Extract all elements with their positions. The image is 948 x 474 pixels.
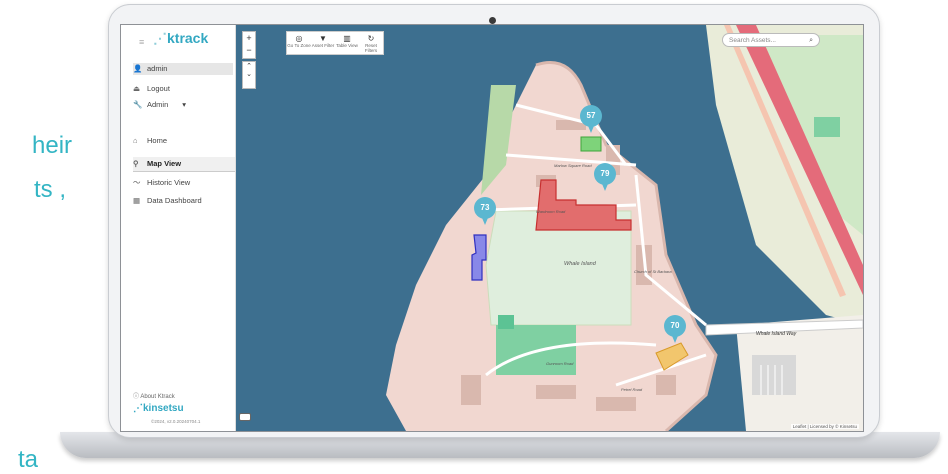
about-label: About Ktrack xyxy=(140,394,175,400)
reset-filters-label: Reset Filters xyxy=(364,43,378,53)
search-input[interactable]: Search Assets... ⌕ xyxy=(722,33,820,47)
road-label-marlow: Marlow Square Road xyxy=(554,163,592,168)
user-name: admin xyxy=(147,64,168,73)
marker-label: 73 xyxy=(474,197,496,219)
marker-label: 70 xyxy=(664,315,686,337)
asset-marker-73[interactable]: 73 xyxy=(474,197,496,225)
home-label: Home xyxy=(147,136,168,145)
logout-icon: ⏏ xyxy=(133,84,141,93)
menu-collapse-icon[interactable]: ≡ xyxy=(139,37,144,47)
version-text: ©2024, v2.0.20240704.1 xyxy=(151,419,201,424)
asset-marker-57[interactable]: 57 xyxy=(580,105,602,133)
user-icon: 👤 xyxy=(133,64,143,73)
historic-view-label: Historic View xyxy=(147,178,191,187)
logout-item[interactable]: ⏏ Logout xyxy=(133,83,170,95)
chevron-down-icon[interactable]: ⌄ xyxy=(243,70,255,78)
sidebar-item-historic-view[interactable]: 〜 Historic View xyxy=(133,177,190,189)
dashboard-icon: ▦ xyxy=(133,196,141,205)
sidebar: ≡ ⋰ktrack 👤 admin ⏏ Logout 🔧 Admin ▾ ⌂ Home ⚲… xyxy=(121,25,236,431)
about-link[interactable]: ⓘ About Ktrack xyxy=(133,391,233,400)
zoom-out-button[interactable]: − xyxy=(243,44,255,56)
asset-marker-70[interactable]: 70 xyxy=(664,315,686,343)
asset-filter-label: Asset Filter xyxy=(311,43,335,48)
zoom-in-button[interactable]: + xyxy=(243,32,255,44)
table-view-button[interactable]: ▥ Table View xyxy=(335,34,359,48)
map-attribution[interactable]: Leaflet | Licensed by © Kinsetsu xyxy=(790,424,859,429)
table-view-label: Table View xyxy=(336,43,358,48)
chevron-down-icon: ▾ xyxy=(182,100,187,109)
asset-filter-button[interactable]: ▼ Asset Filter xyxy=(311,34,335,48)
map-pin-icon: ⚲ xyxy=(133,159,139,168)
asset-marker-79[interactable]: 79 xyxy=(594,163,616,191)
chart-line-icon: 〜 xyxy=(133,178,141,187)
wrench-icon: 🔧 xyxy=(133,100,143,109)
reset-icon: ↻ xyxy=(367,34,375,43)
chevron-up-icon[interactable]: ⌃ xyxy=(243,62,255,70)
map-view-label: Map View xyxy=(147,159,182,168)
road-label-gunroom: Gunroom Road xyxy=(546,361,574,366)
app-logo-text: ktrack xyxy=(167,30,209,46)
kinsetsu-logo-text: kinsetsu xyxy=(143,403,184,414)
filter-icon: ▼ xyxy=(319,34,327,43)
map-canvas[interactable]: Whale Island Church of St Barbara Whale … xyxy=(236,25,863,431)
island-label: Whale Island xyxy=(564,261,596,267)
camera-dot xyxy=(489,17,496,24)
app-logo: ⋰ktrack xyxy=(153,30,209,46)
go-to-zone-button[interactable]: ◎ Go To Zone xyxy=(287,34,311,48)
road-label-whale-island-way: Whale Island Way xyxy=(756,331,797,337)
road-label-wardroom: Wardroom Road xyxy=(536,209,566,214)
sidebar-toggle[interactable] xyxy=(239,413,251,421)
sidebar-item-data-dashboard[interactable]: ▦ Data Dashboard xyxy=(133,195,202,207)
data-dashboard-label: Data Dashboard xyxy=(147,196,202,205)
church-label: Church of St Barbara xyxy=(634,269,672,274)
admin-label: Admin xyxy=(147,100,169,109)
target-icon: ◎ xyxy=(295,34,303,43)
search-icon: ⌕ xyxy=(809,37,813,44)
map-toolbar: ◎ Go To Zone ▼ Asset Filter ▥ Table View ↻ R… xyxy=(286,31,384,55)
sidebar-item-home[interactable]: ⌂ Home xyxy=(133,135,167,147)
map-tiles xyxy=(386,25,863,431)
table-icon: ▥ xyxy=(343,34,351,43)
home-icon: ⌂ xyxy=(133,136,138,145)
road-label-petrel: Petrel Road xyxy=(621,387,643,392)
scroll-control: ⌃ ⌄ xyxy=(242,61,256,89)
zoom-control: + − xyxy=(242,31,256,59)
user-bar[interactable]: 👤 admin xyxy=(133,63,233,75)
go-to-zone-label: Go To Zone xyxy=(287,43,311,48)
search-placeholder: Search Assets... xyxy=(729,37,776,44)
marker-label: 57 xyxy=(580,105,602,127)
kinsetsu-logo: ⋰kinsetsu xyxy=(133,403,184,414)
marker-label: 79 xyxy=(594,163,616,185)
admin-item[interactable]: 🔧 Admin ▾ xyxy=(133,99,186,111)
sidebar-item-map-view[interactable]: ⚲ Map View xyxy=(133,158,181,170)
reset-filters-button[interactable]: ↻ Reset Filters xyxy=(359,34,383,53)
app-screen: ≡ ⋰ktrack 👤 admin ⏏ Logout 🔧 Admin ▾ ⌂ Home ⚲… xyxy=(120,24,864,432)
background-text-line2: ts , xyxy=(34,176,67,203)
background-text-line1: heir xyxy=(32,132,73,159)
logout-label: Logout xyxy=(147,84,170,93)
